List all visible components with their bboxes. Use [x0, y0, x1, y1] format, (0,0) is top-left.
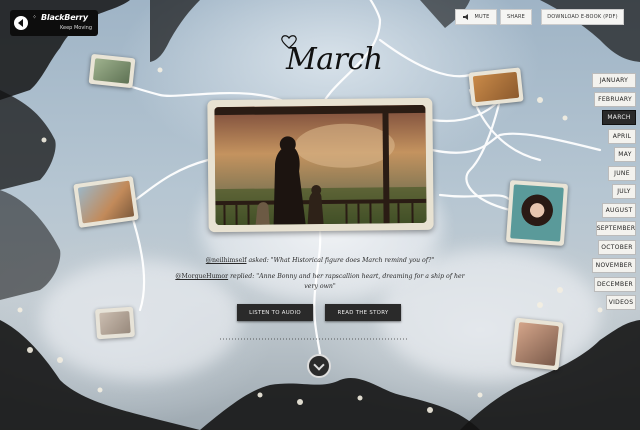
- month-link-july[interactable]: JULY: [612, 184, 636, 199]
- page: ⁘ BlackBerry Keep Moving MUTE SHARE DOWN…: [0, 0, 640, 430]
- share-button[interactable]: SHARE: [500, 9, 532, 25]
- brand-tagline: Keep Moving: [60, 25, 93, 31]
- thumbnail-photo[interactable]: [468, 67, 524, 107]
- thumbnail-portrait: [510, 184, 564, 242]
- month-link-november[interactable]: NOVEMBER: [592, 258, 636, 273]
- brand-name: BlackBerry: [41, 13, 88, 22]
- question-handle-link[interactable]: @neilhimself: [206, 257, 247, 264]
- read-the-story-button[interactable]: READ THE STORY: [325, 304, 401, 321]
- thumbnail-image: [472, 71, 520, 103]
- month-link-april[interactable]: APRIL: [608, 129, 636, 144]
- blackberry-mark-icon: ⁘: [32, 14, 38, 21]
- thumbnail-photo[interactable]: [94, 306, 136, 340]
- listen-to-audio-button[interactable]: LISTEN TO AUDIO: [237, 304, 313, 321]
- month-link-september[interactable]: SEPTEMBER: [596, 221, 636, 236]
- question-text: @neilhimself asked: "What Historical fig…: [190, 257, 450, 264]
- mute-button[interactable]: MUTE: [455, 9, 497, 25]
- story-illustration: [214, 104, 427, 226]
- month-link-march[interactable]: MARCH: [602, 110, 636, 125]
- thumbnail-photo[interactable]: [510, 317, 564, 371]
- answer-handle-link[interactable]: @MorgueHumor: [175, 273, 228, 280]
- thumbnail-photo[interactable]: [88, 53, 136, 89]
- month-link-december[interactable]: DECEMBER: [594, 277, 636, 292]
- month-link-august[interactable]: AUGUST: [602, 203, 636, 218]
- back-arrow-icon[interactable]: [14, 16, 28, 30]
- thumbnail-photo[interactable]: [73, 176, 139, 228]
- answer-body: replied: "Anne Bonny and her rapscallion…: [228, 273, 465, 290]
- month-link-january[interactable]: JANUARY: [592, 73, 636, 88]
- thumbnail-image: [92, 58, 132, 84]
- title-text: March: [286, 42, 383, 77]
- answer-text: @MorgueHumor replied: "Anne Bonny and he…: [174, 272, 466, 291]
- month-link-february[interactable]: FEBRUARY: [594, 92, 636, 107]
- thumbnail-image: [77, 180, 135, 224]
- thumbnail-image: [515, 322, 559, 366]
- download-label: DOWNLOAD E-BOOK (PDF): [547, 14, 618, 20]
- scroll-down-button[interactable]: [307, 354, 331, 378]
- download-ebook-button[interactable]: DOWNLOAD E-BOOK (PDF): [541, 9, 624, 25]
- speaker-icon: [462, 14, 469, 20]
- listen-label: LISTEN TO AUDIO: [249, 309, 301, 316]
- month-link-videos[interactable]: VIDEOS: [606, 295, 636, 310]
- question-body: asked: "What Historical figure does Marc…: [246, 257, 435, 264]
- month-link-october[interactable]: OCTOBER: [598, 240, 636, 255]
- page-title: March: [262, 34, 383, 84]
- month-link-june[interactable]: JUNE: [608, 166, 636, 181]
- read-label: READ THE STORY: [337, 309, 389, 316]
- month-link-may[interactable]: MAY: [614, 147, 636, 162]
- share-label: SHARE: [507, 14, 525, 20]
- blackberry-logo[interactable]: ⁘ BlackBerry Keep Moving: [10, 10, 98, 36]
- mute-label: MUTE: [474, 14, 490, 20]
- porch-scene-image: [214, 104, 427, 226]
- thumbnail-photo[interactable]: [505, 180, 569, 246]
- story-photo[interactable]: [207, 97, 434, 233]
- thumbnail-image: [99, 310, 131, 336]
